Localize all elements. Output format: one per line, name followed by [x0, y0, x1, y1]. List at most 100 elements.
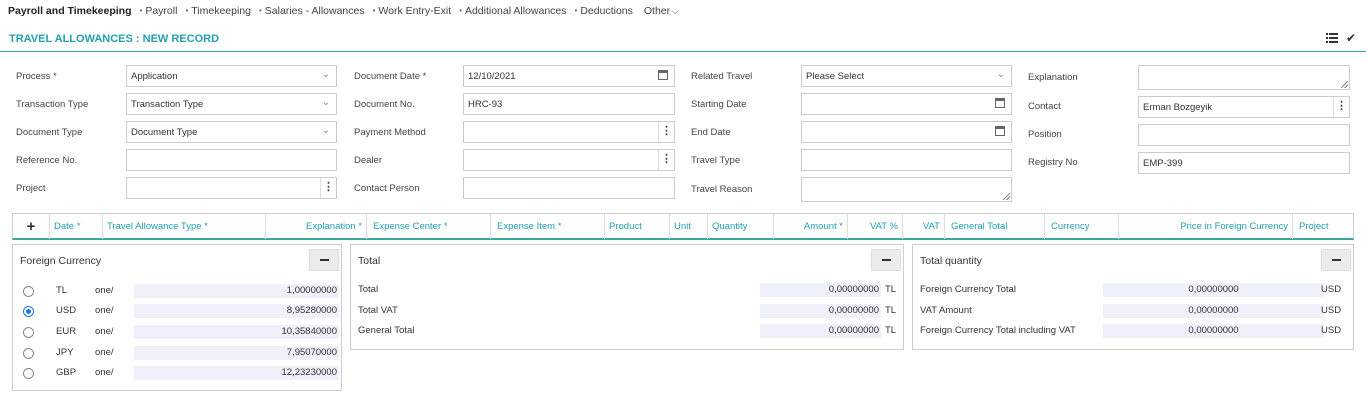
travel-type-label: Travel Type [691, 155, 741, 166]
nav-item-work-entry-exit[interactable]: Work Entry-Exit [373, 5, 451, 17]
col-currency[interactable]: Currency [1045, 214, 1119, 239]
resize-grip-icon[interactable] [1341, 81, 1348, 88]
payment-method-input[interactable]: ⋮ [463, 121, 675, 143]
contact-input[interactable]: Erman Bozgeyik ⋮ [1138, 96, 1350, 118]
project-input[interactable]: ⋮ [126, 177, 337, 199]
process-select[interactable]: Application ⌄ [126, 65, 337, 87]
related-travel-select[interactable]: Please Select ⌄ [801, 65, 1012, 87]
total-quantity-row-value: 0,00000000 [1103, 304, 1324, 318]
currency-code: USD [56, 305, 77, 316]
top-nav: Payroll and Timekeeping Payroll Timekeep… [0, 0, 1366, 22]
currency-radio[interactable] [23, 327, 34, 338]
col-product[interactable]: Product [605, 214, 670, 239]
minus-icon[interactable] [871, 249, 901, 271]
col-date[interactable]: Date * [50, 214, 103, 239]
currency-rate[interactable]: 7,95070000 [134, 346, 339, 360]
currency-rate[interactable]: 10,35840000 [134, 325, 339, 339]
total-row-label: Total VAT [358, 305, 398, 316]
currency-unit: one/ [95, 305, 114, 316]
more-vertical-icon[interactable]: ⋮ [658, 150, 674, 170]
col-expense-item[interactable]: Expense Item * [491, 214, 605, 239]
reference-no-input[interactable] [126, 149, 337, 171]
travel-reason-textarea[interactable] [801, 177, 1012, 202]
project-label: Project [16, 183, 46, 194]
plus-icon[interactable]: + [13, 214, 50, 239]
end-date-input[interactable] [801, 121, 1012, 143]
total-quantity-row-currency: USD [1321, 284, 1342, 295]
foreign-currency-title: Foreign Currency [20, 255, 102, 267]
total-row-currency: TL [885, 325, 897, 336]
col-unit[interactable]: Unit [670, 214, 708, 239]
list-icon[interactable] [1326, 33, 1338, 43]
starting-date-input[interactable] [801, 93, 1012, 115]
calendar-icon[interactable] [995, 126, 1005, 136]
minus-icon[interactable] [309, 249, 339, 271]
total-row-value: 0,00000000 [760, 324, 881, 338]
contact-person-input[interactable] [463, 177, 675, 199]
document-date-input[interactable]: 12/10/2021 [463, 65, 675, 87]
col-quantity[interactable]: Quantity [708, 214, 774, 239]
col-price-foreign-currency[interactable]: Price in Foreign Currency [1119, 214, 1293, 239]
page-header: TRAVEL ALLOWANCES : NEW RECORD ✔ [0, 28, 1366, 52]
currency-radio[interactable] [23, 306, 34, 317]
resize-grip-icon[interactable] [1003, 193, 1010, 200]
minus-icon[interactable] [1321, 249, 1351, 271]
nav-item-timekeeping[interactable]: Timekeeping [185, 5, 251, 17]
registry-no-input[interactable]: EMP-399 [1138, 152, 1350, 174]
col-vat[interactable]: VAT [903, 214, 945, 239]
col-travel-allowance-type[interactable]: Travel Allowance Type * [103, 214, 266, 239]
calendar-icon[interactable] [658, 70, 668, 80]
registry-no-label: Registry No [1028, 157, 1078, 168]
currency-code: JPY [56, 347, 74, 358]
total-quantity-row: Foreign Currency Total 0,00000000 USD [913, 283, 1355, 298]
currency-radio[interactable] [23, 368, 34, 379]
currency-code: EUR [56, 326, 77, 337]
col-vat-percent[interactable]: VAT % [848, 214, 903, 239]
calendar-icon[interactable] [995, 98, 1005, 108]
total-quantity-row-value: 0,00000000 [1103, 324, 1324, 338]
currency-radio[interactable] [23, 286, 34, 297]
currency-rate[interactable]: 1,00000000 [134, 284, 339, 298]
dealer-input[interactable]: ⋮ [463, 149, 675, 171]
col-general-total[interactable]: General Total [945, 214, 1045, 239]
line-items-grid-header: + Date * Travel Allowance Type * Explana… [12, 213, 1354, 240]
position-input[interactable] [1138, 124, 1350, 146]
document-date-value: 12/10/2021 [468, 71, 516, 82]
nav-item-deductions[interactable]: Deductions [575, 5, 633, 17]
document-type-select[interactable]: Document Type ⌄ [126, 121, 337, 143]
check-icon[interactable]: ✔ [1346, 31, 1356, 45]
currency-row: TL one/ 1,00000000 [13, 284, 343, 299]
currency-radio[interactable] [23, 348, 34, 359]
transaction-type-label: Transaction Type [16, 99, 89, 110]
currency-rate[interactable]: 12,23230000 [134, 366, 339, 380]
col-project[interactable]: Project [1293, 214, 1353, 239]
currency-row: JPY one/ 7,95070000 [13, 346, 343, 361]
total-panel: Total Total 0,00000000 TL Total VAT 0,00… [350, 244, 904, 350]
nav-brand[interactable]: Payroll and Timekeeping [8, 5, 132, 17]
chevron-down-icon: ⌄ [321, 69, 330, 80]
currency-rate[interactable]: 8,95280000 [134, 304, 339, 318]
col-amount[interactable]: Amount * [774, 214, 848, 239]
document-no-input[interactable]: HRC-93 [463, 93, 675, 115]
total-quantity-row-label: Foreign Currency Total [920, 284, 1016, 295]
process-value: Application [131, 71, 178, 82]
reference-no-label: Reference No. [16, 155, 78, 166]
payment-method-label: Payment Method [354, 127, 426, 138]
col-explanation[interactable]: Explanation * [266, 214, 367, 239]
currency-row: EUR one/ 10,35840000 [13, 325, 343, 340]
col-expense-center[interactable]: Expense Center * [367, 214, 491, 239]
nav-item-additional-allowances[interactable]: Additional Allowances [459, 5, 567, 17]
more-vertical-icon[interactable]: ⋮ [1333, 97, 1349, 117]
nav-other-menu[interactable]: Other ⌵ [644, 5, 678, 17]
explanation-textarea[interactable] [1138, 65, 1350, 90]
travel-type-input[interactable] [801, 149, 1012, 171]
total-quantity-title: Total quantity [920, 255, 982, 267]
more-vertical-icon[interactable]: ⋮ [658, 122, 674, 142]
more-vertical-icon[interactable]: ⋮ [320, 178, 336, 198]
nav-item-payroll[interactable]: Payroll [140, 5, 177, 17]
chevron-down-icon: ⌄ [321, 125, 330, 136]
dealer-label: Dealer [354, 155, 382, 166]
related-travel-value: Please Select [806, 71, 865, 82]
transaction-type-select[interactable]: Transaction Type ⌄ [126, 93, 337, 115]
nav-item-salaries-allowances[interactable]: Salaries - Allowances [259, 5, 365, 17]
